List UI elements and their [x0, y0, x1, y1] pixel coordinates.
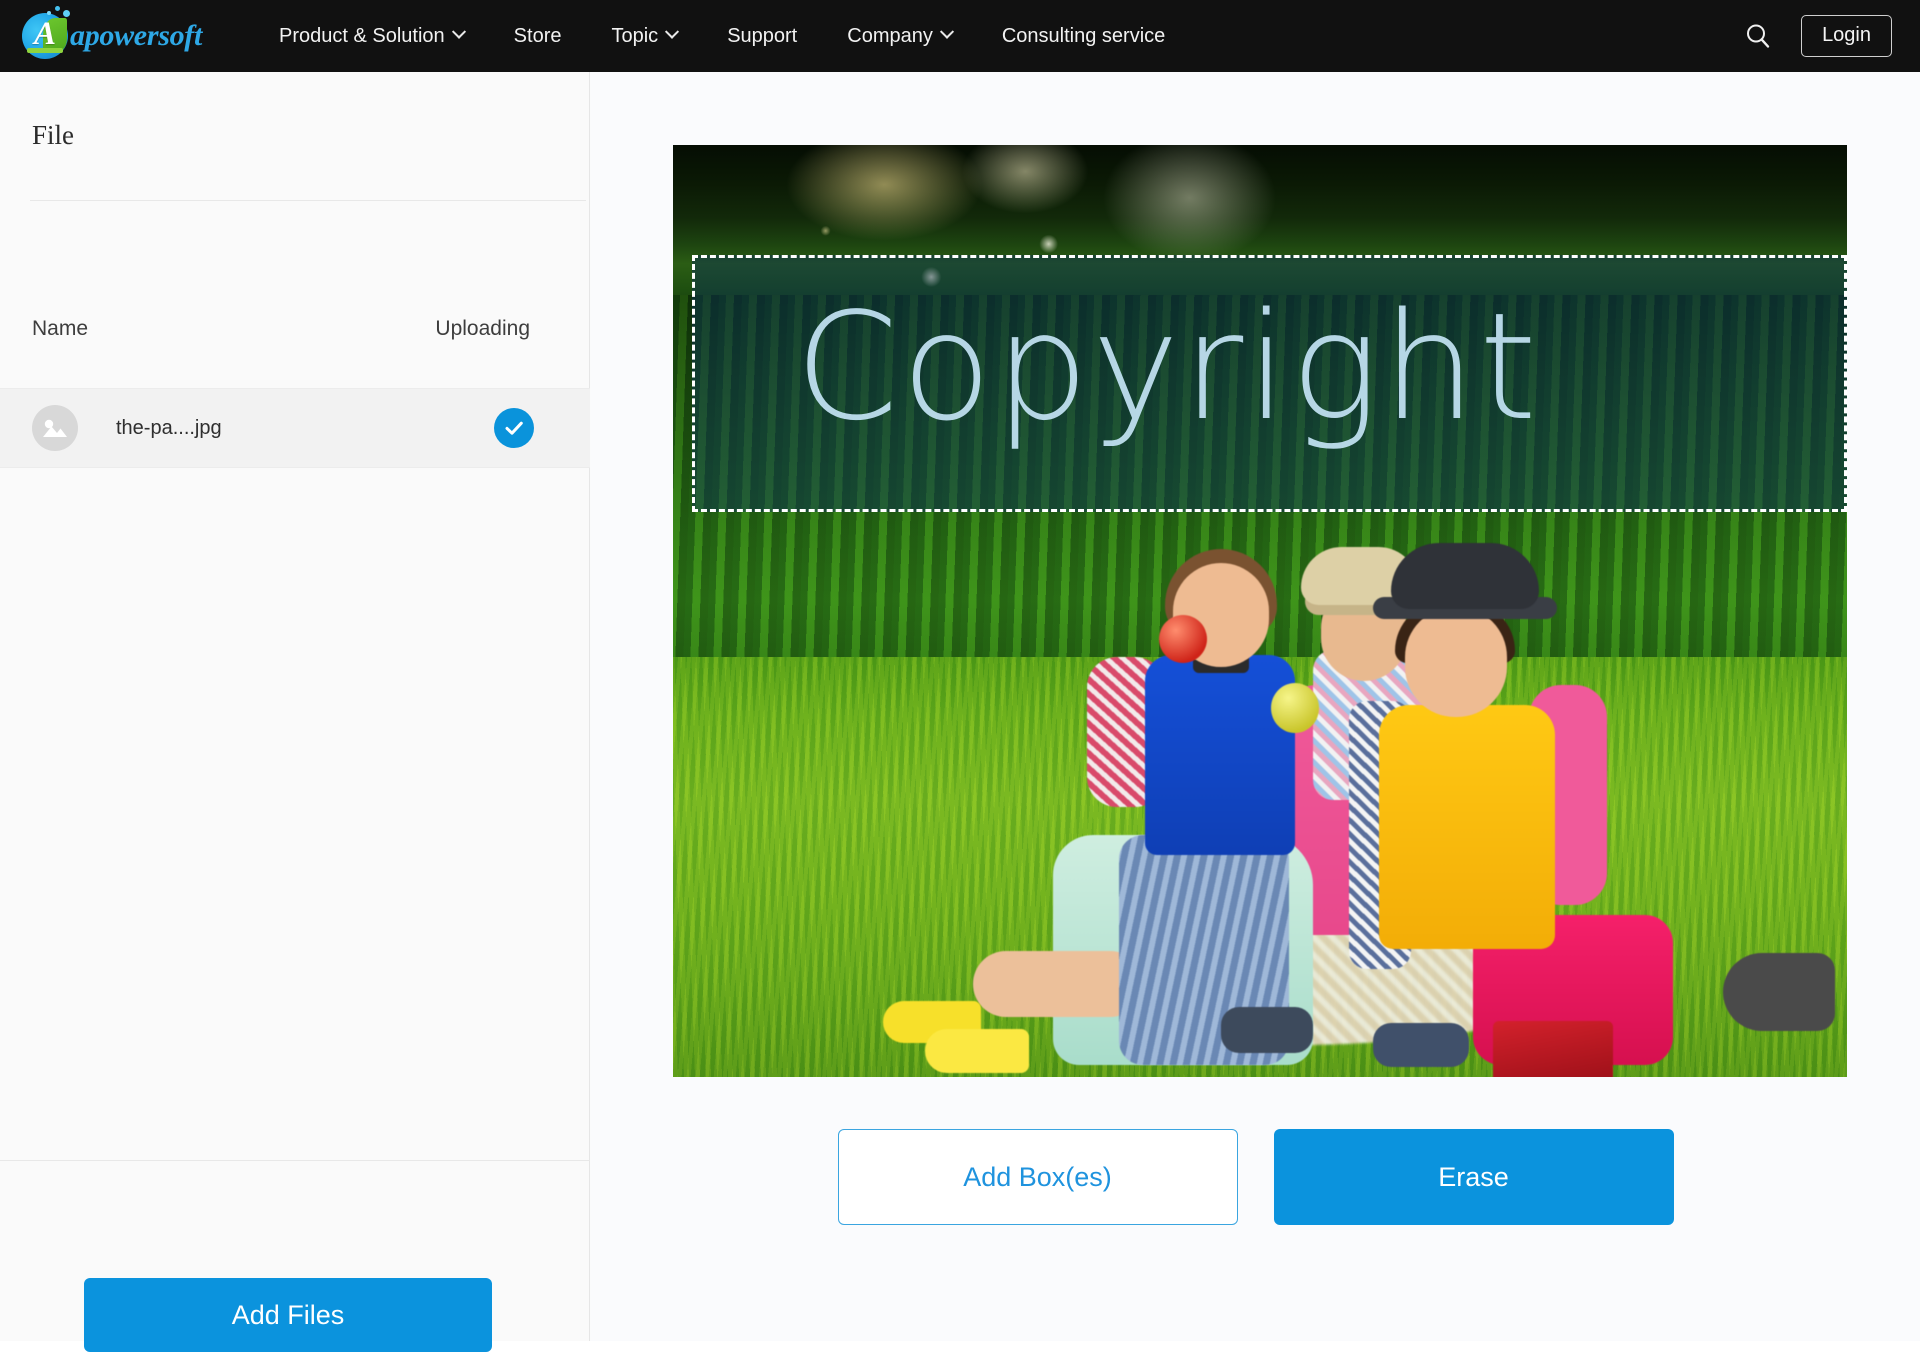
file-name-label: the-pa....jpg — [116, 416, 222, 439]
search-icon[interactable] — [1737, 15, 1779, 57]
chevron-down-icon — [665, 24, 680, 39]
file-table-header: Name Uploading — [0, 317, 590, 341]
photo-person-child — [1405, 607, 1507, 717]
logo-letter: A — [33, 16, 56, 52]
sidebar-footer-divider — [0, 1160, 590, 1161]
photo-shoe — [1373, 1023, 1469, 1067]
login-button[interactable]: Login — [1801, 15, 1892, 57]
photo-canvas[interactable]: Copyright — [673, 145, 1847, 1077]
chevron-down-icon — [939, 24, 954, 39]
sidebar-title: File — [32, 120, 75, 150]
nav-item-label: Company — [847, 24, 933, 47]
editor-main-panel: Copyright Add Box(es) Erase — [591, 72, 1920, 1341]
photo-person-child — [925, 1029, 1029, 1073]
nav-item-label: Product & Solution — [279, 24, 445, 47]
logo-dot-icon — [55, 6, 60, 11]
erase-button[interactable]: Erase — [1273, 1129, 1674, 1225]
photo-person-child — [1391, 543, 1539, 609]
photo-book — [1493, 1021, 1613, 1077]
chevron-down-icon — [451, 24, 466, 39]
photo-apple — [1271, 683, 1319, 733]
photo-shoe — [1723, 953, 1835, 1031]
image-placeholder-icon — [32, 405, 78, 451]
column-header-uploading: Uploading — [435, 317, 530, 340]
nav-item-company[interactable]: Company — [822, 0, 977, 72]
sidebar-divider — [30, 200, 586, 201]
nav-item-label: Topic — [611, 24, 659, 47]
nav-item-topic[interactable]: Topic — [586, 0, 702, 72]
column-header-name: Name — [32, 317, 89, 340]
nav-item-product-solution[interactable]: Product & Solution — [254, 0, 489, 72]
nav-item-label: Store — [513, 24, 562, 47]
watermark-selection-box[interactable] — [692, 255, 1847, 512]
add-box-button[interactable]: Add Box(es) — [837, 1129, 1238, 1225]
editor-action-row: Add Box(es) Erase — [591, 1129, 1920, 1225]
table-row[interactable]: the-pa....jpg — [0, 389, 590, 467]
top-navbar: A apowersoft Product & Solution Store To… — [0, 0, 1920, 72]
check-circle-icon — [494, 408, 534, 448]
photo-person-child — [1379, 705, 1555, 949]
logo-wordmark: apowersoft — [70, 19, 203, 52]
photo-person-child — [973, 951, 1143, 1017]
navbar-right: Login — [1737, 15, 1892, 57]
nav-item-support[interactable]: Support — [702, 0, 822, 72]
photo-apple — [1159, 615, 1207, 663]
workspace: File Name Uploading the-pa....jpg Add Fi… — [0, 72, 1920, 1352]
apowersoft-logo-icon: A — [22, 6, 70, 59]
nav-item-store[interactable]: Store — [489, 0, 587, 72]
photo-person-child — [1145, 655, 1295, 855]
nav-item-label: Consulting service — [1001, 24, 1166, 47]
nav-item-label: Support — [727, 24, 798, 47]
apowersoft-logo[interactable]: A apowersoft — [22, 0, 202, 72]
file-sidebar: File Name Uploading the-pa....jpg Add Fi… — [0, 72, 590, 1352]
table-row-rule — [0, 467, 590, 468]
nav-item-consulting-service[interactable]: Consulting service — [977, 0, 1190, 72]
photo-shoe — [1221, 1007, 1313, 1053]
nav-links: Product & Solution Store Topic Support C… — [254, 0, 1190, 72]
